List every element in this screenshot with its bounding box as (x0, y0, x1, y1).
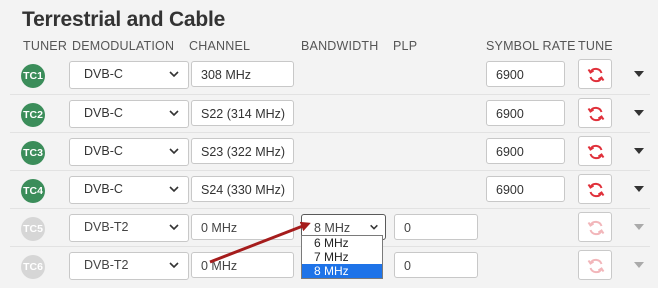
annotation-arrow (209, 221, 311, 264)
